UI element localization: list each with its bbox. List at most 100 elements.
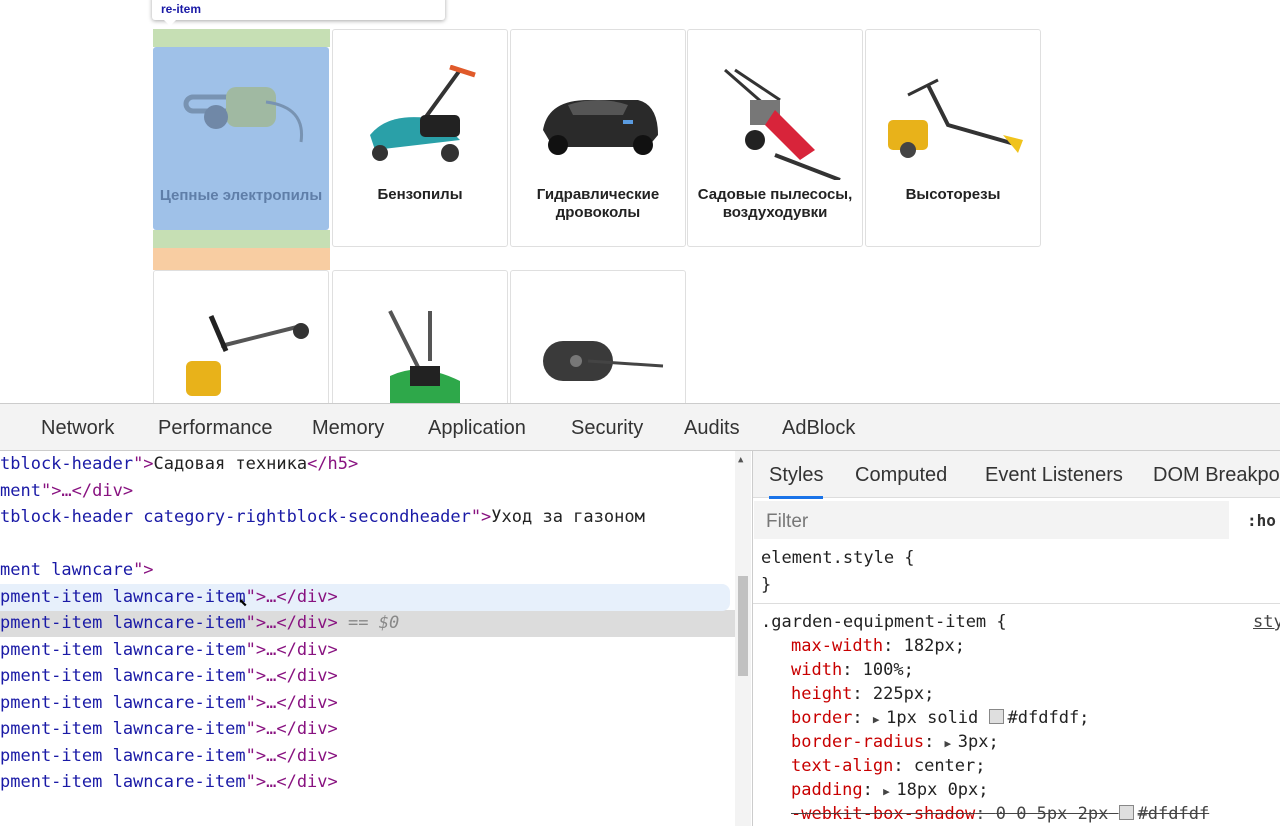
tab-memory[interactable]: Memory xyxy=(312,417,384,440)
css-declaration[interactable]: height: 225px; xyxy=(791,684,934,704)
dom-node-token: "> xyxy=(133,454,154,474)
hover-state-toggle[interactable]: :ho xyxy=(1247,511,1276,530)
css-property-value: 100%; xyxy=(862,660,914,680)
dom-node-line[interactable]: pment-item lawncare-item">…</div> xyxy=(0,637,735,664)
css-declaration[interactable]: border-radius: ▶ 3px; xyxy=(791,732,999,752)
elements-scrollbar[interactable]: ▲ xyxy=(735,451,751,826)
css-declaration[interactable]: text-align: center; xyxy=(791,756,986,776)
dom-node-token: pment-item lawncare-item xyxy=(0,639,246,660)
dom-node-line[interactable]: ment">…</div> xyxy=(0,478,735,505)
dom-node-token: == $0 xyxy=(337,613,400,633)
dom-node-token: ment xyxy=(0,480,41,501)
dom-node-line[interactable]: pment-item lawncare-item">…</div> == $0 xyxy=(0,610,735,637)
tab-performance[interactable]: Performance xyxy=(158,417,273,440)
element-style-close: } xyxy=(761,575,772,595)
styles-subtabs: Styles Computed Event Listeners DOM Brea… xyxy=(753,451,1280,499)
dom-node-line[interactable]: tblock-header">Садовая техника</h5> xyxy=(0,451,735,478)
css-property-name: height xyxy=(791,684,853,704)
product-tile[interactable]: Цепные электропилы xyxy=(153,47,329,230)
dom-node-token: tblock-header xyxy=(0,454,134,474)
dom-node-line[interactable] xyxy=(0,531,735,558)
subtab-computed[interactable]: Computed xyxy=(855,464,947,487)
expand-triangle-icon[interactable]: ▶ xyxy=(883,785,896,798)
color-swatch-icon[interactable] xyxy=(1118,805,1134,820)
css-declaration[interactable]: width: 100%; xyxy=(791,660,914,680)
css-property-name: width xyxy=(791,660,843,680)
css-declaration[interactable]: max-width: 182px; xyxy=(791,636,965,656)
elements-tree[interactable]: pment-item lawncare-item">…</div> pment-i… xyxy=(0,451,752,826)
expand-triangle-icon[interactable]: ▶ xyxy=(945,737,958,750)
product-tile-label: Садовые пылесосы, воздуходувки xyxy=(697,186,853,221)
scrollbar-thumb[interactable] xyxy=(738,576,748,676)
dom-node-token: Садовая техника xyxy=(153,454,308,474)
dom-node-token: ">…</div> xyxy=(245,639,338,660)
dom-node-token: pment-item lawncare-item xyxy=(0,692,246,713)
dom-node-line[interactable]: pment-item lawncare-item">…</div> xyxy=(0,716,735,743)
rule-source-link[interactable]: sty xyxy=(1253,612,1280,632)
product-tile-label: Гидравлические дровоколы xyxy=(536,186,660,221)
rule-selector[interactable]: .garden-equipment-item { xyxy=(761,612,1007,632)
dom-node-token: ment lawncare xyxy=(0,560,134,580)
tab-audits[interactable]: Audits xyxy=(684,417,740,440)
product-tile[interactable]: Садовые пылесосы, воздуходувки xyxy=(687,29,863,247)
color-swatch-icon[interactable] xyxy=(988,709,1004,724)
lawn-roller-icon xyxy=(511,291,685,403)
subtab-event-listeners[interactable]: Event Listeners xyxy=(985,464,1123,487)
dom-node-token: pment-item lawncare-item xyxy=(0,666,246,686)
dom-node-line[interactable]: pment-item lawncare-item">…</div> xyxy=(0,690,735,717)
chainsaw-icon xyxy=(153,47,329,187)
scroll-up-arrow-icon[interactable]: ▲ xyxy=(738,455,743,465)
css-declaration[interactable]: padding: ▶ 18px 0px; xyxy=(791,780,989,800)
product-tile-label: Высоторезы xyxy=(905,186,1001,203)
dom-node-token: ">…</div> xyxy=(40,480,134,501)
css-property-name: -webkit-box-shadow xyxy=(791,804,976,824)
product-tile[interactable] xyxy=(510,270,686,403)
dom-node-line[interactable]: pment-item lawncare-item">…</div> xyxy=(0,769,735,796)
product-tile[interactable] xyxy=(153,270,329,403)
devtools-panel: Network Performance Memory Application S… xyxy=(0,403,1280,826)
dom-node-token: ">…</div> xyxy=(245,745,338,766)
dom-node-token: ">…</div> xyxy=(245,666,338,686)
product-tile-label: Бензопилы xyxy=(377,186,463,203)
scythe-mower-icon xyxy=(688,50,862,190)
product-tile[interactable]: Гидравлические дровоколы xyxy=(510,29,686,247)
css-property-value: 3px; xyxy=(957,732,999,752)
tooltip-arrow xyxy=(164,20,176,26)
tab-adblock[interactable]: AdBlock xyxy=(782,417,855,440)
css-property-value: 1px solid xyxy=(886,708,979,728)
tab-application[interactable]: Application xyxy=(428,417,526,440)
trimmer-icon xyxy=(866,50,1040,190)
dom-node-line[interactable]: ment lawncare"> xyxy=(0,557,735,584)
product-tile[interactable] xyxy=(332,270,508,403)
dom-node-line[interactable]: pment-item lawncare-item">…</div> xyxy=(0,583,730,611)
expand-triangle-icon[interactable]: ▶ xyxy=(873,713,886,726)
dom-node-token: "> xyxy=(470,507,492,527)
dom-node-line[interactable]: tblock-header category-rightblock-second… xyxy=(0,504,735,531)
tab-security[interactable]: Security xyxy=(571,417,643,440)
dom-node-line[interactable]: pment-item lawncare-item">…</div> xyxy=(0,663,735,690)
tab-network[interactable]: Network xyxy=(41,417,114,440)
product-tile[interactable]: Бензопилы xyxy=(332,29,508,247)
dom-node-line[interactable]: pment-item lawncare-item">…</div> xyxy=(0,743,735,770)
element-style-open[interactable]: element.style { xyxy=(761,548,915,568)
dom-node-token: pment-item lawncare-item xyxy=(0,613,246,633)
dom-node-token: Уход за газоном xyxy=(491,507,645,527)
dom-node-token: </h5> xyxy=(307,454,359,474)
css-property-name: border-radius xyxy=(791,732,925,752)
css-color-value: #dfdfdf xyxy=(1137,804,1210,824)
padding-overlay-top xyxy=(153,29,330,47)
css-property-name: padding xyxy=(791,780,863,800)
page-viewport: Цепные электропилы Бензопилы Гидравличес… xyxy=(0,0,1280,403)
css-declaration[interactable]: -webkit-box-shadow: 0 0 5px 2px #dfdfdf xyxy=(791,804,1209,824)
product-tile-label: Цепные электропилы xyxy=(159,187,323,204)
styles-filter-input[interactable]: Filter xyxy=(754,501,1229,539)
margin-overlay xyxy=(153,248,330,270)
subtab-dom-breakpoints[interactable]: DOM Breakpo xyxy=(1153,464,1280,487)
subtab-styles[interactable]: Styles xyxy=(769,464,824,499)
product-tile[interactable]: Высоторезы xyxy=(865,29,1041,247)
dom-node-token: ">…</div> xyxy=(245,772,338,792)
dom-node-token: "> xyxy=(133,560,154,580)
padding-overlay-bottom xyxy=(153,230,330,248)
css-declaration[interactable]: border: ▶ 1px solid #dfdfdf; xyxy=(791,708,1089,728)
dom-node-token: ">…</div> xyxy=(245,586,338,607)
